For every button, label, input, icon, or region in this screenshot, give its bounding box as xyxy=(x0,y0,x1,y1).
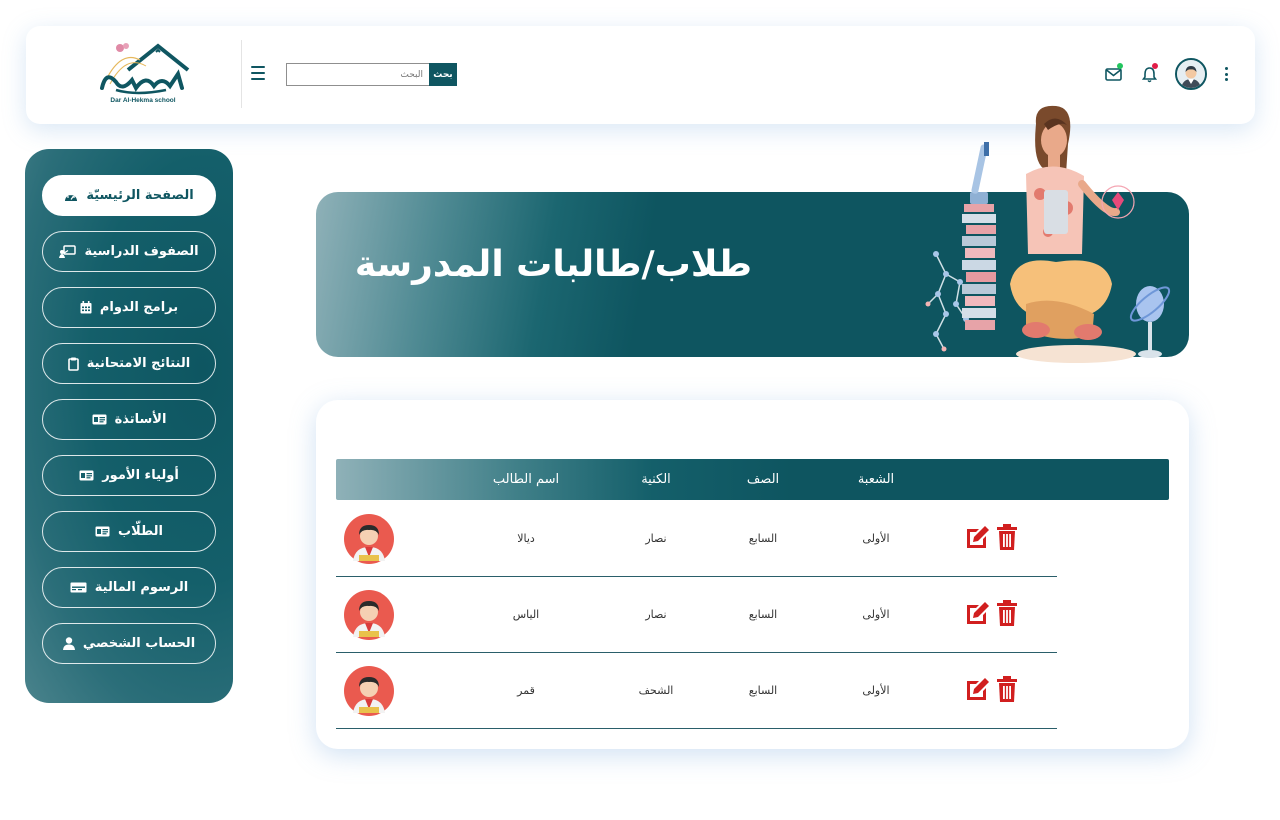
school-logo[interactable]: Dar Al-Hekma school xyxy=(96,40,190,106)
student-avatar xyxy=(344,666,394,716)
sidebar-item-label: الطلّاب xyxy=(118,524,163,539)
sidebar-item-profile[interactable]: الحساب الشخصي xyxy=(42,623,216,664)
sidebar-item-schedules[interactable]: برامج الدوام xyxy=(42,287,216,328)
sidebar-item-home[interactable]: الصفحة الرئيسيّة xyxy=(42,175,216,216)
student-section: الأولى xyxy=(862,608,890,621)
column-header-grade: الصف xyxy=(746,472,780,487)
row-actions xyxy=(964,523,1020,551)
table-row: قمر الشحف السابع الأولى xyxy=(336,653,1057,729)
sidebar-item-label: الصفحة الرئيسيّة xyxy=(86,188,194,203)
sidebar-item-label: الرسوم المالية xyxy=(94,580,189,595)
table-row: الياس نصار السابع الأولى xyxy=(336,577,1057,653)
column-header-section: الشعبة xyxy=(857,472,895,487)
student-surname: نصار xyxy=(645,532,667,545)
trash-icon[interactable] xyxy=(994,599,1020,627)
classroom-board-icon xyxy=(59,245,77,258)
sidebar-item-students[interactable]: الطلّاب xyxy=(42,511,216,552)
sidebar-item-teachers[interactable]: الأساتذة xyxy=(42,399,216,440)
menu-toggle-icon[interactable] xyxy=(251,66,265,80)
page-banner: طلاب/طالبات المدرسة xyxy=(316,105,1189,363)
logo-subtext: Dar Al-Hekma school xyxy=(110,97,175,104)
students-table-card: اسم الطالب الكنية الصف الشعبة ديالا نصار… xyxy=(316,400,1189,749)
sidebar-item-parents[interactable]: أولياء الأمور xyxy=(42,455,216,496)
sidebar-item-label: النتائج الامتحانية xyxy=(86,356,191,371)
sidebar-item-fees[interactable]: الرسوم المالية xyxy=(42,567,216,608)
sidebar-item-label: الحساب الشخصي xyxy=(82,636,196,651)
header-divider xyxy=(241,40,242,108)
student-name: الياس xyxy=(512,608,540,621)
sidebar-item-label: أولياء الأمور xyxy=(102,468,179,483)
mail-notification-dot xyxy=(1117,63,1123,69)
sidebar-item-label: الأساتذة xyxy=(114,412,167,427)
sidebar-item-label: برامج الدوام xyxy=(99,300,179,315)
student-grade: السابع xyxy=(748,608,778,621)
sidebar-item-exam-results[interactable]: النتائج الامتحانية xyxy=(42,343,216,384)
student-illustration xyxy=(925,105,1171,363)
id-card-icon xyxy=(92,414,107,425)
page-title: طلاب/طالبات المدرسة xyxy=(354,244,753,285)
student-surname: نصار xyxy=(645,608,667,621)
id-card-icon xyxy=(79,470,94,481)
money-bill-icon xyxy=(70,582,87,593)
student-surname: الشحف xyxy=(638,684,674,697)
sidebar-item-label: الصفوف الدراسية xyxy=(84,244,199,259)
search-bar: بحث xyxy=(286,63,457,86)
user-avatar-icon[interactable] xyxy=(1175,58,1207,90)
student-section: الأولى xyxy=(862,532,890,545)
search-button[interactable]: بحث xyxy=(429,63,457,86)
student-section: الأولى xyxy=(862,684,890,697)
student-name: قمر xyxy=(517,684,535,697)
student-name: ديالا xyxy=(517,532,535,545)
envelope-icon xyxy=(1104,67,1122,81)
student-avatar xyxy=(344,514,394,564)
dashboard-gauge-icon xyxy=(65,193,78,201)
row-actions xyxy=(964,599,1020,627)
messages-button[interactable] xyxy=(1103,63,1123,84)
search-input[interactable] xyxy=(286,63,429,86)
student-avatar xyxy=(344,590,394,640)
edit-icon[interactable] xyxy=(964,523,990,551)
trash-icon[interactable] xyxy=(994,675,1020,703)
table-header: اسم الطالب الكنية الصف الشعبة xyxy=(336,459,1169,500)
student-grade: السابع xyxy=(748,684,778,697)
more-vertical-icon[interactable] xyxy=(1223,67,1229,81)
bell-notification-dot xyxy=(1152,63,1158,69)
student-grade: السابع xyxy=(748,532,778,545)
user-icon xyxy=(62,637,75,650)
table-row: ديالا نصار السابع الأولى xyxy=(336,501,1057,577)
sidebar: الصفحة الرئيسيّة الصفوف الدراسية برامج ا… xyxy=(25,149,233,703)
id-card-icon xyxy=(95,526,110,537)
header-actions xyxy=(1103,58,1229,90)
trash-icon[interactable] xyxy=(994,523,1020,551)
column-header-surname: الكنية xyxy=(641,472,671,487)
edit-icon[interactable] xyxy=(964,675,990,703)
calendar-icon xyxy=(80,301,92,314)
clipboard-icon xyxy=(67,357,79,371)
column-header-student-name: اسم الطالب xyxy=(492,472,560,487)
edit-icon[interactable] xyxy=(964,599,990,627)
sidebar-item-classes[interactable]: الصفوف الدراسية xyxy=(42,231,216,272)
notifications-button[interactable] xyxy=(1139,63,1159,84)
row-actions xyxy=(964,675,1020,703)
